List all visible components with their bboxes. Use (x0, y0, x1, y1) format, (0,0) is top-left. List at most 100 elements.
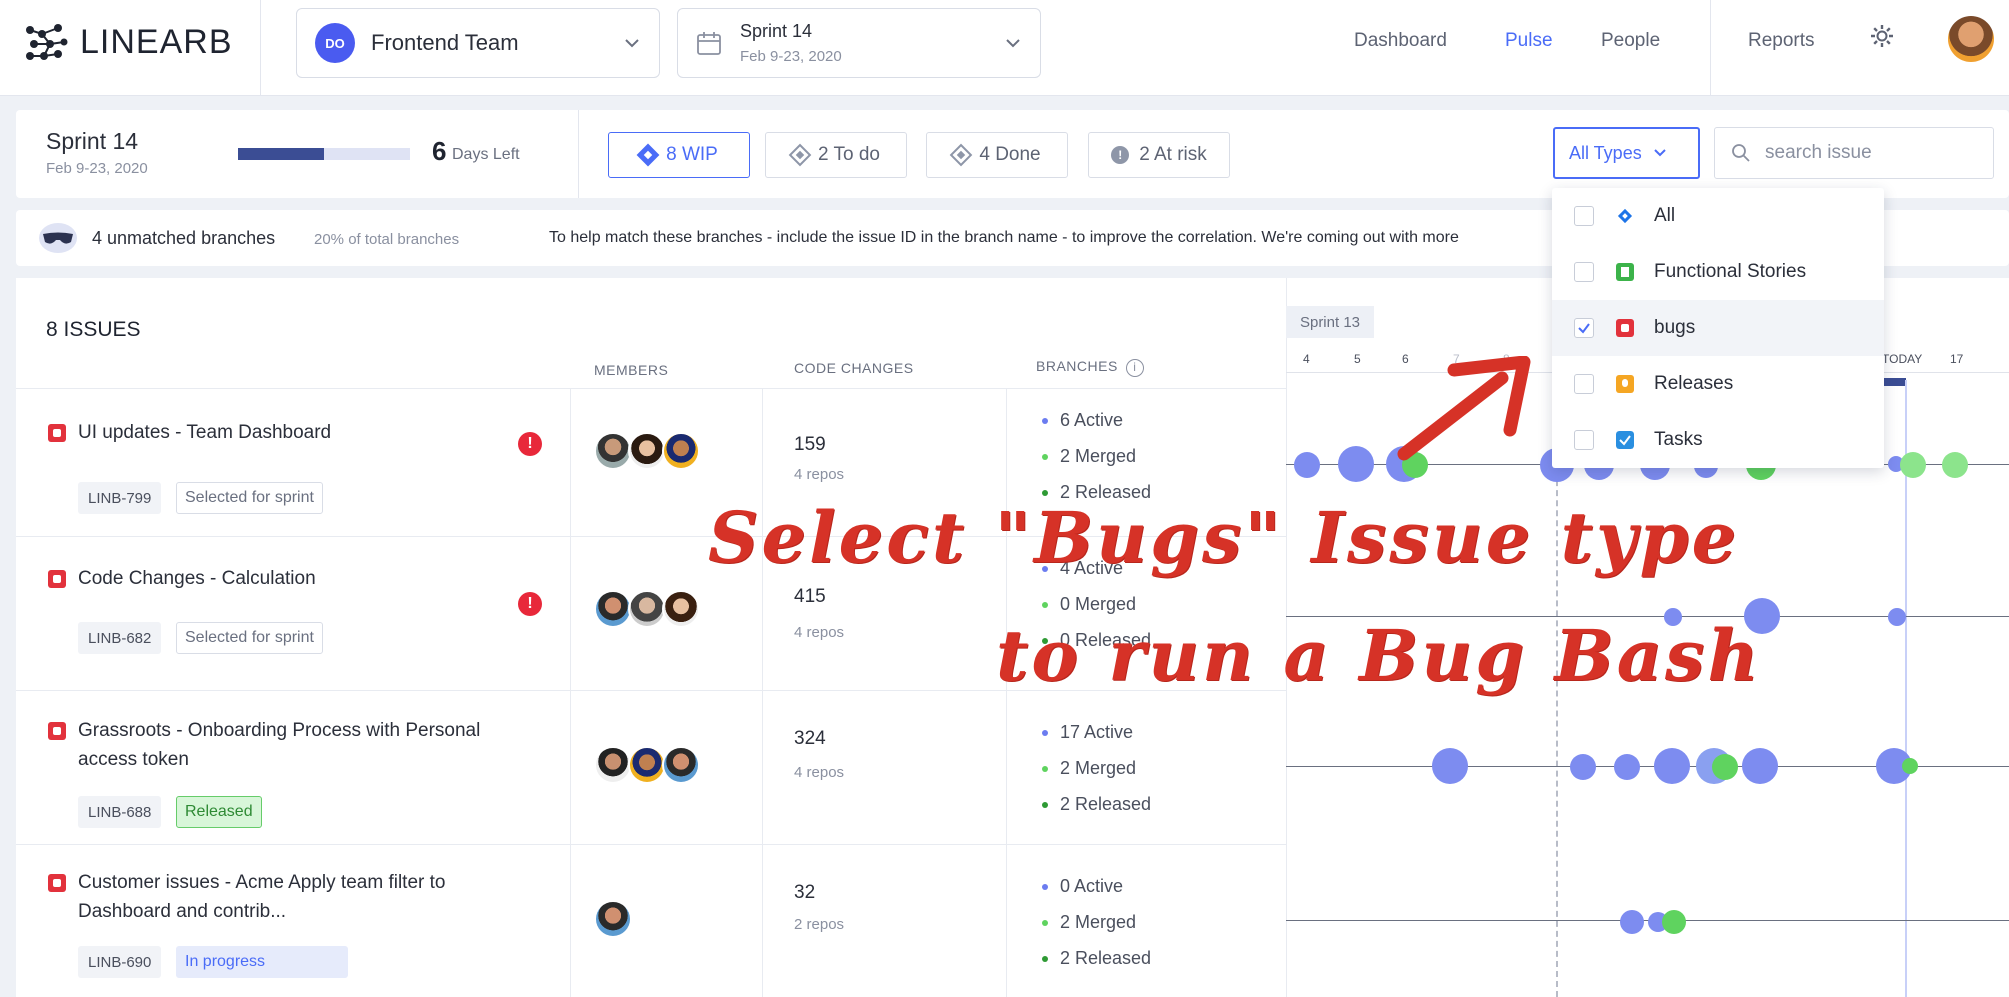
branch-dot[interactable] (1432, 748, 1468, 784)
linearb-logo[interactable]: LINEARB (24, 22, 233, 62)
issue-key[interactable]: LINB-682 (78, 622, 162, 654)
issues-count: 8 ISSUES (46, 318, 141, 341)
avatar[interactable] (594, 432, 632, 470)
timeline-day-label: 17 (1950, 352, 1964, 366)
members-avatars (594, 590, 700, 628)
branch-dot[interactable] (1294, 452, 1320, 478)
branches-merged: 2 Merged (1042, 446, 1136, 467)
avatar[interactable] (594, 900, 632, 938)
bookmark-icon (1616, 263, 1634, 281)
repos-count: 4 repos (794, 624, 845, 641)
issue-title[interactable]: Code Changes - Calculation (78, 564, 518, 593)
branch-dot[interactable] (1942, 452, 1968, 478)
avatar[interactable] (662, 746, 700, 784)
search-issue-field[interactable] (1714, 127, 1994, 179)
issue-types-menu: All Functional Stories bugs Releases Tas… (1552, 188, 1884, 468)
menu-item-label: Functional Stories (1654, 261, 1807, 282)
avatar[interactable] (662, 590, 700, 628)
diamond-icon (950, 143, 973, 167)
top-navigation-bar: LINEARB DO Frontend Team Sprint 14 Feb 9… (0, 0, 2009, 96)
annotation-arrow-icon (1397, 356, 1531, 461)
sprint-selector[interactable]: Sprint 14 Feb 9-23, 2020 (677, 8, 1041, 78)
days-left-label: Days Left (452, 146, 520, 163)
chip-label: 2 At risk (1139, 144, 1207, 165)
nav-pulse[interactable]: Pulse (1505, 30, 1553, 52)
issue-title[interactable]: UI updates - Team Dashboard (78, 418, 518, 447)
branch-dot[interactable] (1888, 608, 1906, 626)
timeline-sprint-label: Sprint 13 (1286, 306, 1374, 338)
menu-item-label: Releases (1654, 373, 1734, 394)
members-avatars (594, 900, 632, 938)
filter-at-risk-chip[interactable]: ! 2 At risk (1088, 132, 1230, 178)
timeline-day-label: 5 (1354, 352, 1361, 366)
checkbox[interactable] (1574, 374, 1594, 394)
repos-count: 2 repos (794, 916, 845, 933)
menu-item-all[interactable]: All (1552, 188, 1884, 244)
status-badge: Released (176, 796, 262, 828)
user-avatar[interactable] (1948, 16, 1994, 62)
checkbox-checked[interactable] (1574, 318, 1594, 338)
info-icon[interactable]: i (1125, 359, 1144, 377)
bug-icon (48, 570, 66, 588)
issue-title[interactable]: Customer issues - Acme Apply team filter… (78, 868, 518, 926)
column-header-code-changes: CODE CHANGES (794, 360, 914, 376)
avatar[interactable] (628, 432, 666, 470)
avatar[interactable] (628, 590, 666, 628)
branch-dot[interactable] (1654, 748, 1690, 784)
branches-released: 2 Released (1042, 794, 1151, 815)
chevron-down-icon (1006, 39, 1020, 48)
filter-todo-chip[interactable]: 2 To do (765, 132, 907, 178)
team-selector[interactable]: DO Frontend Team (296, 8, 660, 78)
nav-people[interactable]: People (1601, 30, 1660, 52)
branch-dot[interactable] (1742, 748, 1778, 784)
avatar[interactable] (628, 746, 666, 784)
status-badge: In progress (176, 946, 348, 978)
nav-reports[interactable]: Reports (1748, 30, 1815, 52)
branches-active: 17 Active (1042, 722, 1133, 743)
checkbox[interactable] (1574, 206, 1594, 226)
search-icon (1732, 144, 1750, 162)
filter-wip-chip[interactable]: 8 WIP (608, 132, 750, 178)
branches-merged: 2 Merged (1042, 912, 1136, 933)
timeline-today-label: TODAY (1882, 352, 1923, 366)
menu-item-tasks[interactable]: Tasks (1552, 412, 1884, 468)
branch-dot[interactable] (1614, 754, 1640, 780)
menu-item-functional-stories[interactable]: Functional Stories (1552, 244, 1884, 300)
sprint-dates: Feb 9-23, 2020 (740, 48, 842, 65)
diamond-icon (788, 143, 812, 167)
issue-types-dropdown-button[interactable]: All Types (1553, 127, 1700, 179)
search-issue-input[interactable] (1765, 142, 1965, 164)
branch-dot[interactable] (1900, 452, 1926, 478)
branch-dot[interactable] (1338, 446, 1374, 482)
issue-title[interactable]: Grassroots - Onboarding Process with Per… (78, 716, 518, 774)
unmatched-branches-help: To help match these branches - include t… (549, 229, 1459, 246)
issue-key[interactable]: LINB-690 (78, 946, 162, 978)
logo-wordmark: LINEARB (80, 22, 233, 61)
menu-item-bugs[interactable]: bugs (1552, 300, 1884, 356)
bug-icon (48, 874, 66, 892)
branch-dot[interactable] (1902, 758, 1918, 774)
code-changes-count: 159 (794, 434, 826, 455)
days-left-count: 6 (432, 136, 447, 166)
issue-key[interactable]: LINB-688 (78, 796, 162, 828)
checkbox[interactable] (1574, 430, 1594, 450)
branches-merged: 0 Merged (1042, 594, 1136, 615)
checkbox[interactable] (1574, 262, 1594, 282)
avatar[interactable] (594, 746, 632, 784)
issue-key[interactable]: LINB-799 (78, 482, 162, 514)
diamond-icon (1617, 208, 1633, 224)
avatar[interactable] (594, 590, 632, 628)
branch-dot[interactable] (1712, 754, 1738, 780)
menu-item-label: Tasks (1654, 429, 1703, 450)
gear-icon[interactable] (1868, 22, 1896, 50)
nav-dashboard[interactable]: Dashboard (1354, 30, 1447, 52)
filter-done-chip[interactable]: 4 Done (926, 132, 1068, 178)
status-badge: Selected for sprint (176, 622, 323, 654)
avatar[interactable] (662, 432, 700, 470)
branch-dot[interactable] (1570, 754, 1596, 780)
menu-item-releases[interactable]: Releases (1552, 356, 1884, 412)
divider (16, 844, 1286, 845)
branch-dot[interactable] (1662, 910, 1686, 934)
chip-label: 8 WIP (666, 144, 718, 165)
branch-dot[interactable] (1620, 910, 1644, 934)
